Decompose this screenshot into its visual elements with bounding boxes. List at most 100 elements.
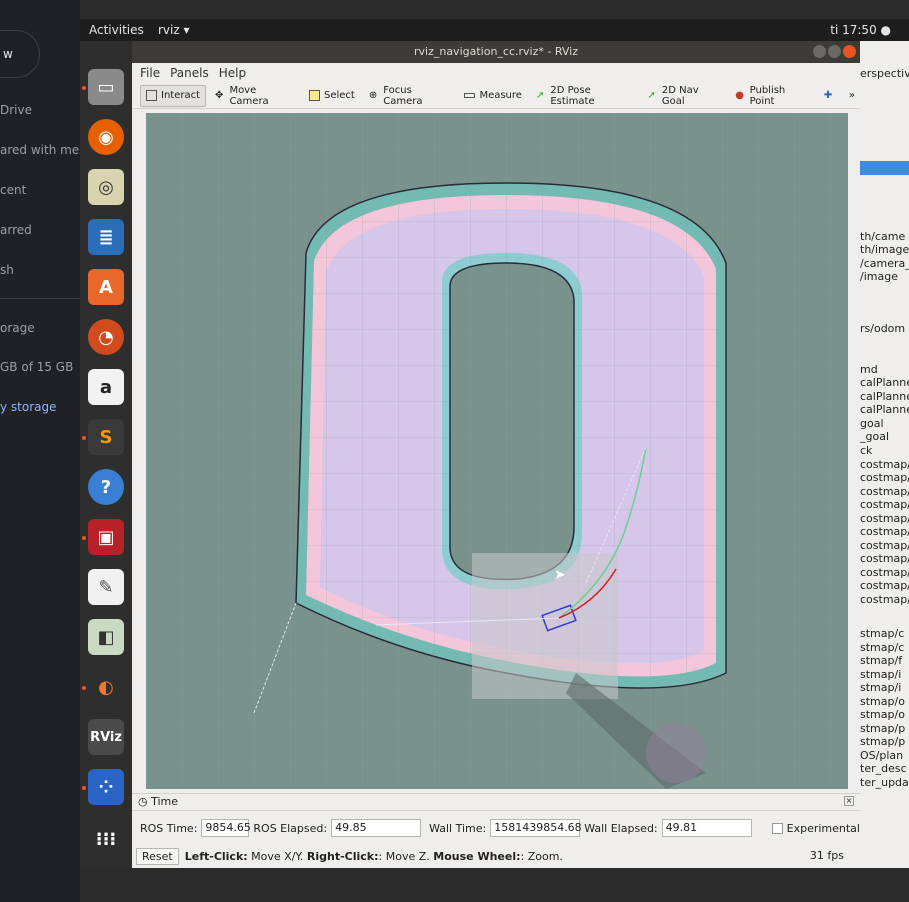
maximize-button[interactable] [828, 45, 841, 58]
topic-list-item[interactable]: calPlanne [860, 403, 909, 416]
grid-icon[interactable]: ⁘ [88, 769, 124, 805]
writer-icon[interactable]: ≣ [88, 219, 124, 255]
close-panel-icon[interactable]: × [844, 796, 854, 806]
sublime-icon[interactable]: S [88, 419, 124, 455]
files-icon[interactable]: ▭ [88, 69, 124, 105]
topic-list-item[interactable]: stmap/c [860, 641, 904, 654]
green-arrow-icon: ➚ [647, 90, 656, 101]
tool-measure[interactable]: Measure [459, 85, 527, 107]
map-render: ➤ [146, 113, 848, 789]
menu-file[interactable]: File [140, 66, 160, 80]
topic-list-item[interactable]: ter_desc [860, 762, 907, 775]
help-icon[interactable]: ? [88, 469, 124, 505]
wall-time-field[interactable]: 1581439854.68 [490, 819, 582, 837]
window-titlebar[interactable]: rviz_navigation_cc.rviz* - RViz [132, 41, 860, 63]
topic-list-item[interactable]: calPlanne [860, 390, 909, 403]
rhythmbox-icon[interactable]: ◎ [88, 169, 124, 205]
select-icon [308, 90, 320, 101]
tool-2d-nav-goal[interactable]: ➚ 2D Nav Goal [642, 85, 726, 107]
tool-more[interactable]: » [844, 85, 860, 107]
topic-list-item[interactable]: costmap/ [860, 471, 909, 484]
menu-panels[interactable]: Panels [170, 66, 209, 80]
topic-list-item[interactable]: stmap/p [860, 722, 905, 735]
buy-storage-link[interactable]: y storage [0, 400, 80, 414]
storage-label: orage [0, 321, 35, 335]
topic-list-item[interactable]: costmap/ [860, 485, 909, 498]
topic-list-item[interactable]: _goal [860, 430, 889, 443]
drive-item[interactable]: cent [0, 183, 80, 197]
topic-list-item[interactable]: stmap/f [860, 654, 902, 667]
tool-add[interactable]: ✚ [819, 85, 840, 107]
tool-publish-point[interactable]: ● Publish Point [730, 85, 815, 107]
topic-list-item[interactable]: costmap/ [860, 579, 909, 592]
topic-list-item[interactable]: costmap/ [860, 458, 909, 471]
image-viewer-icon[interactable]: ◧ [88, 619, 124, 655]
ros-elapsed-field[interactable]: 49.85 [331, 819, 422, 837]
topic-list-item[interactable]: ck [860, 444, 872, 457]
topic-list-item[interactable]: th/came [860, 230, 905, 243]
topic-list-item[interactable]: stmap/o [860, 708, 905, 721]
terminal-icon[interactable]: ▣ [88, 519, 124, 555]
tool-move-camera[interactable]: ✥ Move Camera [210, 85, 300, 107]
impress-icon[interactable]: ◔ [88, 319, 124, 355]
topic-list-item[interactable]: costmap/ [860, 525, 909, 538]
drive-item[interactable]: arred [0, 223, 80, 237]
perspective-label: erspectiv [860, 67, 909, 80]
topic-list-item[interactable]: md [860, 363, 878, 376]
topic-list-item[interactable]: /image [860, 270, 898, 283]
topic-list-item[interactable]: /camera_ [860, 257, 909, 270]
topic-list-item[interactable]: calPlanne [860, 376, 909, 389]
drive-item[interactable]: ared with me [0, 143, 80, 157]
status-bar: Reset Left-Click: Move X/Y. Right-Click:… [136, 848, 563, 865]
firefox-icon[interactable]: ◉ [88, 119, 124, 155]
tool-label: 2D Pose Estimate [550, 84, 595, 107]
topic-list-item[interactable]: stmap/p [860, 735, 905, 748]
topic-list-item[interactable]: goal [860, 417, 884, 430]
topic-list-item[interactable]: th/image [860, 243, 909, 256]
experimental-checkbox[interactable] [771, 822, 783, 834]
rviz-icon[interactable]: RViz [88, 719, 124, 755]
topic-list-item[interactable]: stmap/o [860, 695, 905, 708]
tool-2d-pose-estimate[interactable]: ➚ 2D Pose Estimate [531, 85, 639, 107]
topic-list-item[interactable]: ter_upda [860, 776, 909, 789]
tool-label: Interact [161, 90, 201, 101]
topic-list-item[interactable]: costmap/ [860, 512, 909, 525]
menu-help[interactable]: Help [219, 66, 246, 80]
drive-item[interactable]: sh [0, 263, 80, 277]
text-editor-icon[interactable]: ✎ [88, 569, 124, 605]
topic-list-item[interactable]: costmap/ [860, 593, 909, 606]
minimize-button[interactable] [813, 45, 826, 58]
close-button[interactable] [843, 45, 856, 58]
selected-row[interactable] [860, 161, 909, 175]
amazon-icon[interactable]: a [88, 369, 124, 405]
topic-list-item[interactable]: costmap/ [860, 498, 909, 511]
activities-button[interactable]: Activities [89, 23, 144, 37]
window-title: rviz_navigation_cc.rviz* - RViz [413, 45, 578, 58]
drive-item[interactable]: Drive [0, 103, 80, 117]
wall-elapsed-field[interactable]: 49.81 [661, 819, 752, 837]
tool-focus-camera[interactable]: ⊕ Focus Camera [364, 85, 456, 107]
topic-list-item[interactable]: stmap/c [860, 627, 904, 640]
tool-label: Publish Point [749, 84, 786, 107]
topic-list-item[interactable]: OS/plan [860, 749, 903, 762]
topic-list-item[interactable]: rs/odom [860, 322, 905, 335]
storage-usage: GB of 15 GB [0, 360, 74, 374]
tool-select[interactable]: Select [304, 85, 360, 107]
topic-list-item[interactable]: stmap/i [860, 681, 901, 694]
software-icon[interactable]: A [88, 269, 124, 305]
tool-interact[interactable]: Interact [140, 84, 207, 107]
reset-button[interactable]: Reset [136, 848, 179, 865]
divider [0, 298, 80, 299]
rviz-3d-viewport[interactable]: ➤ [146, 113, 848, 789]
topic-list-item[interactable]: costmap/ [860, 552, 909, 565]
ros-time-field[interactable]: 9854.65 [201, 819, 251, 837]
app-menu[interactable]: rviz ▾ [158, 23, 190, 37]
blender-icon[interactable]: ◐ [88, 669, 124, 705]
new-button[interactable]: w [0, 30, 40, 78]
show-apps-icon[interactable]: ⁝⁝⁝ [88, 821, 124, 857]
topic-list-item[interactable]: stmap/i [860, 668, 901, 681]
time-row: ROS Time: 9854.65 ROS Elapsed: 49.85 Wal… [140, 819, 860, 837]
topic-list-item[interactable]: costmap/ [860, 566, 909, 579]
clock[interactable]: ti 17:50 ● [830, 23, 891, 37]
topic-list-item[interactable]: costmap/ [860, 539, 909, 552]
